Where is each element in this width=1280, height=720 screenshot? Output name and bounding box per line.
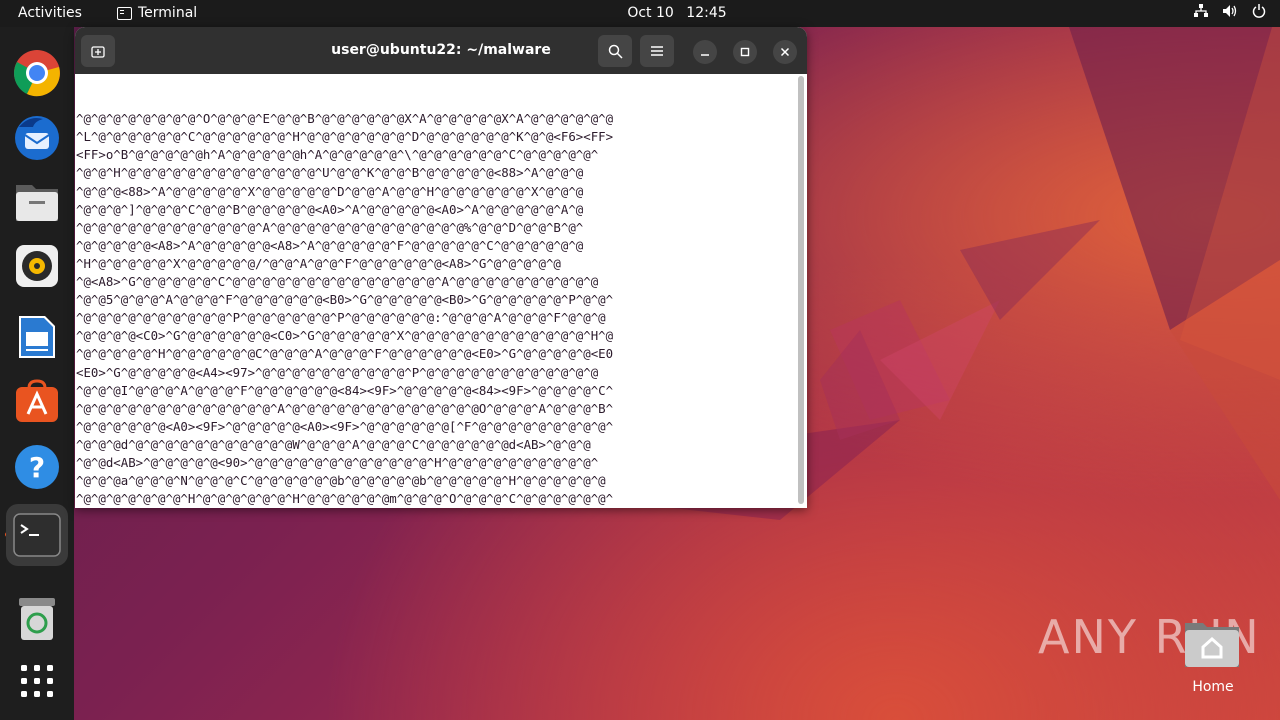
maximize-icon (740, 47, 750, 57)
minimize-icon (701, 54, 709, 56)
terminal-line: ^@^@5^@^@^@^A^@^@^@^F^@^@^@^@^@^@<B0>^G^… (76, 292, 614, 308)
clock-date: Oct 10 (627, 5, 674, 21)
help-icon: ? (15, 445, 59, 489)
terminal-line: ^@^@^@^@<C0>^G^@^@^@^@^@^@<C0>^G^@^@^@^@… (76, 328, 614, 344)
terminal-window[interactable]: user@ubuntu22: ~/malware ^@^@^@^@^@^@^@^… (75, 27, 807, 508)
terminal-line: <FF>o^B^@^@^@^@^@h^A^@^@^@^@^@h^A^@^@^@^… (76, 147, 599, 163)
appcenter-icon (16, 379, 58, 422)
dock-item-show-apps[interactable] (13, 657, 61, 705)
dock-item-files[interactable] (13, 178, 61, 226)
terminal-line: ^@^@^@^@^@^@^@^H^@^@^@^@^@^@^H^@^@^@^@^@… (76, 491, 614, 507)
thunderbird-icon (15, 116, 59, 160)
clock[interactable]: Oct 10 12:45 (0, 5, 1280, 21)
terminal-line: ^@<A8>^G^@^@^@^@^@^C^@^@^@^@^@^@^@^@^@^@… (76, 274, 599, 290)
home-folder-icon[interactable] (1183, 617, 1241, 669)
terminal-line: ^@^@^@^]^@^@^@^C^@^@^B^@^@^@^@^@<A0>^A^@… (76, 201, 584, 217)
dock-item-app-center[interactable] (13, 377, 61, 425)
svg-text:?: ? (29, 451, 45, 484)
writer-icon (19, 316, 55, 358)
output-lines: ^@^@^@^@^@^@^@^@^O^@^@^@^E^@^@^B^@^@^@^@… (76, 110, 798, 508)
terminal-icon (13, 513, 61, 557)
scrollbar[interactable] (798, 76, 804, 504)
dock-item-terminal[interactable] (6, 504, 68, 566)
terminal-line: ^@^@^@^@^@<A8>^A^@^@^@^@^@<A8>^A^@^@^@^@… (76, 237, 584, 253)
terminal-line: ^@^@^@a^@^@^@^N^@^@^@^C^@^@^@^@^@^@b^@^@… (76, 473, 606, 489)
system-tray[interactable] (1194, 4, 1266, 22)
terminal-line: ^@^@d<AB>^@^@^@^@^@<90>^@^@^@^@^@^@^@^@^… (76, 454, 599, 470)
close-button[interactable] (773, 40, 797, 64)
trash-icon (19, 598, 55, 640)
terminal-titlebar[interactable]: user@ubuntu22: ~/malware (75, 27, 807, 74)
minimize-button[interactable] (693, 40, 717, 64)
terminal-output[interactable]: ^@^@^@^@^@^@^@^@^O^@^@^@^E^@^@^B^@^@^@^@… (75, 74, 798, 508)
terminal-line: ^H^@^@^@^@^@^X^@^@^@^@^@/^@^@^A^@^@^F^@^… (76, 255, 561, 271)
dock-item-writer[interactable] (13, 313, 61, 361)
clock-time: 12:45 (686, 5, 727, 21)
terminal-line: ^@^@^@^@^@^@^@^@^@^@^@^@^@^A^@^@^@^@^@^@… (76, 400, 614, 416)
terminal-line: ^@^@^@^@^@^@^@^@^O^@^@^@^E^@^@^B^@^@^@^@… (76, 111, 614, 127)
close-icon (780, 47, 790, 57)
terminal-line: ^@^@^@^@^@^@<A0><9F>^@^@^@^@^@<A0><9F>^@… (76, 418, 614, 434)
dock-item-thunderbird[interactable] (13, 113, 61, 161)
rhythmbox-icon (16, 245, 58, 287)
home-folder-label[interactable]: Home (1186, 679, 1240, 695)
dock-item-trash[interactable] (13, 595, 61, 643)
terminal-line: <E0>^G^@^@^@^@^@<A4><97>^@^@^@^@^@^@^@^@… (76, 364, 599, 380)
dock: ? (0, 27, 74, 720)
hamburger-icon (651, 46, 663, 56)
top-bar: Activities Terminal Oct 10 12:45 (0, 0, 1280, 27)
search-button[interactable] (598, 35, 632, 67)
dock-item-help[interactable]: ? (13, 443, 61, 491)
terminal-line: ^@^@^@I^@^@^@^A^@^@^@^F^@^@^@^@^@^@<84><… (76, 382, 614, 398)
dock-item-chrome[interactable] (13, 49, 61, 97)
terminal-line: ^@^@^@^@^@^@^@^@^@^@^@^@^A^@^@^@^@^@^@^@… (76, 219, 584, 235)
terminal-line: ^L^@^@^@^@^@^@^C^@^@^@^@^@^@^H^@^@^@^@^@… (76, 129, 614, 145)
dock-item-rhythmbox[interactable] (13, 242, 61, 290)
apps-grid-icon (21, 665, 53, 697)
network-icon[interactable] (1194, 4, 1208, 22)
terminal-line: ^@^@^@d^@^@^@^@^@^@^@^@^@^@^@W^@^@^@^A^@… (76, 436, 591, 452)
search-icon (608, 44, 623, 59)
terminal-line: ^@^@^@^@^@^@^@^@^@^@^P^@^@^@^@^@^@^P^@^@… (76, 310, 606, 326)
files-icon (16, 185, 58, 221)
terminal-line: ^@^@^@^@^@^H^@^@^@^@^@^@C^@^@^@^A^@^@^@^… (76, 346, 614, 362)
power-icon[interactable] (1252, 4, 1266, 22)
chrome-icon (14, 50, 60, 97)
maximize-button[interactable] (733, 40, 757, 64)
volume-icon[interactable] (1222, 4, 1238, 22)
terminal-line: ^@^@^H^@^@^@^@^@^@^@^@^@^@^@^@^@^U^@^@^K… (76, 165, 584, 181)
terminal-line: ^@^@^@<88>^A^@^@^@^@^@^X^@^@^@^@^@^D^@^@… (76, 183, 584, 199)
menu-button[interactable] (640, 35, 674, 67)
